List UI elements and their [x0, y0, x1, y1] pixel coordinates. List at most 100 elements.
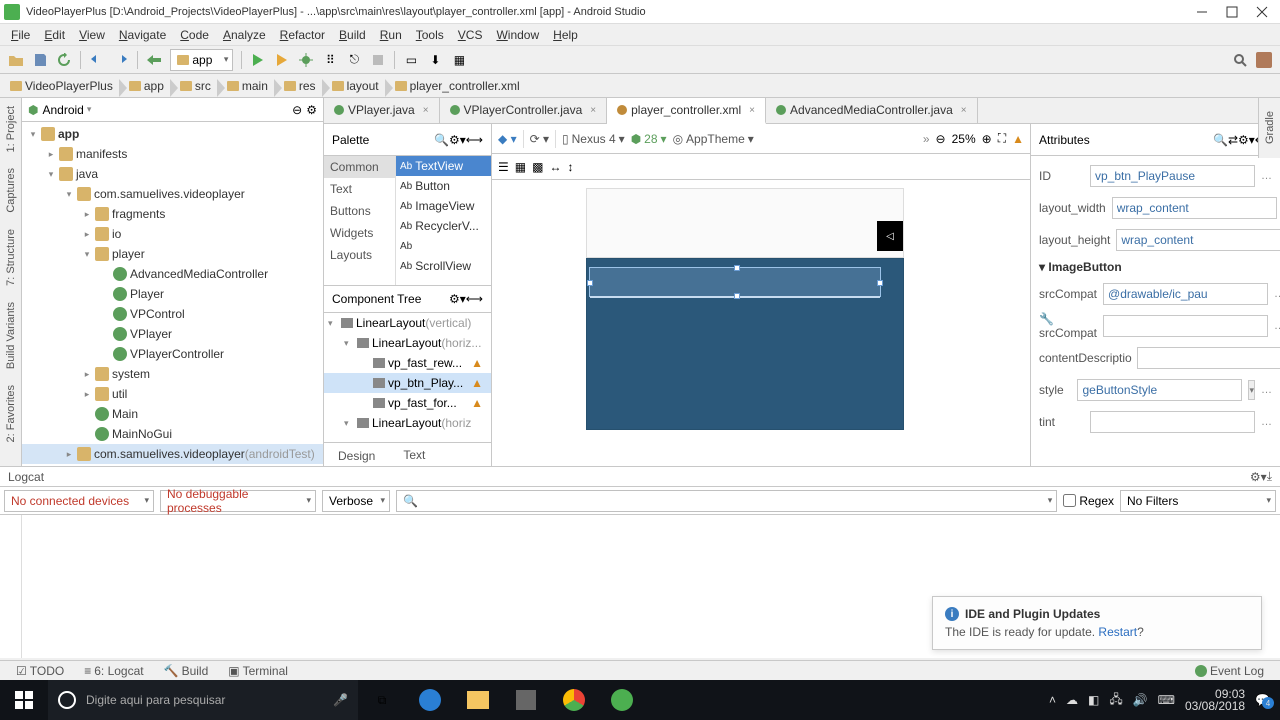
- device-dropdown[interactable]: ▯ Nexus 4 ▾: [562, 132, 625, 146]
- palette-category[interactable]: Common: [324, 156, 395, 178]
- menu-analyze[interactable]: Analyze: [216, 28, 273, 42]
- palette-item[interactable]: Ab Button: [396, 176, 491, 196]
- gradle-tab[interactable]: Gradle: [1258, 98, 1280, 158]
- palette-items[interactable]: Ab TextViewAb ButtonAb ImageViewAb Recyc…: [396, 156, 491, 285]
- attribute-input[interactable]: [1137, 347, 1280, 369]
- design-canvas[interactable]: ◁: [492, 180, 1030, 466]
- warning-icon[interactable]: ▲: [1012, 132, 1024, 146]
- notifications-icon[interactable]: 💬4: [1255, 693, 1270, 707]
- apply-icon[interactable]: [271, 49, 293, 71]
- design-surface-dropdown[interactable]: ◆ ▾: [498, 132, 517, 146]
- more-icon[interactable]: …: [1274, 288, 1280, 300]
- palette-item[interactable]: Ab: [396, 236, 491, 256]
- log-level-combo[interactable]: Verbose: [322, 490, 390, 512]
- component-tree-row[interactable]: ▾ LinearLayout (horiz...: [324, 333, 491, 353]
- language-icon[interactable]: ⌨: [1158, 693, 1175, 707]
- search-icon[interactable]: 🔍: [1213, 133, 1228, 147]
- text-tab[interactable]: Text: [389, 444, 439, 466]
- close-tab-icon[interactable]: ×: [749, 105, 755, 116]
- sdk-icon[interactable]: ⬇: [424, 49, 446, 71]
- tree-row[interactable]: ▸manifests: [22, 144, 323, 164]
- menu-edit[interactable]: Edit: [37, 28, 72, 42]
- start-button[interactable]: [0, 680, 48, 720]
- crumb[interactable]: layout: [326, 77, 389, 95]
- more-icon[interactable]: …: [1274, 320, 1280, 332]
- run-icon[interactable]: [247, 49, 269, 71]
- collapse-icon[interactable]: ⊖: [292, 103, 302, 117]
- chrome-icon[interactable]: [550, 680, 598, 720]
- palette-item[interactable]: Ab TextView: [396, 156, 491, 176]
- component-tree-row[interactable]: ▾ LinearLayout (vertical): [324, 313, 491, 333]
- logcat-search[interactable]: 🔍: [396, 490, 1057, 512]
- component-tree-row[interactable]: vp_fast_rew...▲: [324, 353, 491, 373]
- blueprint-icon[interactable]: ▩: [532, 160, 543, 174]
- crumb[interactable]: src: [174, 77, 221, 95]
- crumb[interactable]: app: [123, 77, 174, 95]
- network-icon[interactable]: 🖧: [1109, 690, 1122, 711]
- more-icon[interactable]: …: [1261, 384, 1272, 396]
- palette-category[interactable]: Widgets: [324, 222, 395, 244]
- terminal-tab[interactable]: ▣ Terminal: [218, 664, 298, 678]
- gear-icon[interactable]: ⚙▾: [1238, 133, 1255, 147]
- palette-item[interactable]: Ab ScrollView: [396, 256, 491, 276]
- menu-file[interactable]: File: [4, 28, 37, 42]
- favorites-tab[interactable]: 2: Favorites: [5, 381, 17, 446]
- pan-v-icon[interactable]: ↕: [567, 160, 573, 174]
- mic-icon[interactable]: 🎤: [333, 693, 348, 707]
- gear-icon[interactable]: ⚙▾: [449, 133, 466, 147]
- redo-icon[interactable]: [110, 49, 132, 71]
- layout-icon[interactable]: ▦: [448, 49, 470, 71]
- taskbar-search[interactable]: Digite aqui para pesquisar 🎤: [48, 680, 358, 720]
- editor-tab[interactable]: player_controller.xml×: [607, 98, 766, 124]
- open-icon[interactable]: [5, 49, 27, 71]
- zoom-fit-icon[interactable]: ⛶: [998, 131, 1006, 146]
- crumb[interactable]: VideoPlayerPlus: [4, 77, 123, 95]
- logcat-body[interactable]: iIDE and Plugin Updates The IDE is ready…: [0, 515, 1280, 658]
- pan-h-icon[interactable]: ↔: [549, 160, 561, 174]
- menu-code[interactable]: Code: [173, 28, 216, 42]
- task-view-icon[interactable]: ⧉: [358, 680, 406, 720]
- more-icon[interactable]: …: [1261, 170, 1272, 182]
- menu-tools[interactable]: Tools: [409, 28, 451, 42]
- editor-tab[interactable]: AdvancedMediaController.java×: [766, 97, 978, 123]
- android-studio-icon[interactable]: [598, 680, 646, 720]
- component-tree-row[interactable]: vp_fast_for...▲: [324, 393, 491, 413]
- close-tab-icon[interactable]: ×: [961, 105, 967, 116]
- menu-run[interactable]: Run: [373, 28, 409, 42]
- palette-category[interactable]: Layouts: [324, 244, 395, 266]
- menu-view[interactable]: View: [72, 28, 112, 42]
- collapse-icon[interactable]: ⟷: [466, 133, 483, 147]
- attribute-group[interactable]: ▾ ImageButton: [1039, 256, 1272, 278]
- component-tree-row[interactable]: vp_btn_Play...▲: [324, 373, 491, 393]
- minimize-button[interactable]: [1196, 6, 1208, 18]
- menu-build[interactable]: Build: [332, 28, 373, 42]
- attribute-input[interactable]: [1112, 197, 1277, 219]
- structure-tab[interactable]: 7: Structure: [5, 225, 17, 290]
- zoom-in-icon[interactable]: ⊕: [982, 132, 992, 146]
- menu-navigate[interactable]: Navigate: [112, 28, 173, 42]
- profile-icon[interactable]: ⠿: [319, 49, 341, 71]
- volume-icon[interactable]: 🔊: [1133, 693, 1148, 707]
- back-icon[interactable]: [143, 49, 165, 71]
- build-variants-tab[interactable]: Build Variants: [5, 298, 17, 373]
- undo-icon[interactable]: [86, 49, 108, 71]
- tree-row[interactable]: VPlayerController: [22, 344, 323, 364]
- taskbar-clock[interactable]: 09:03 03/08/2018: [1185, 688, 1245, 712]
- component-tree[interactable]: ▾ LinearLayout (vertical)▾ LinearLayout …: [324, 313, 491, 442]
- project-tab[interactable]: 1: Project: [5, 102, 17, 156]
- attribute-input[interactable]: [1116, 229, 1280, 251]
- tree-row[interactable]: ▸system: [22, 364, 323, 384]
- attribute-input[interactable]: [1090, 411, 1255, 433]
- event-log-tab[interactable]: Event Log: [1185, 664, 1274, 678]
- process-combo[interactable]: No debuggable processes: [160, 490, 316, 512]
- theme-dropdown[interactable]: ◎ AppTheme ▾: [673, 132, 754, 146]
- orientation-dropdown[interactable]: ⟳ ▾: [530, 132, 549, 146]
- project-tree[interactable]: ▾app▸manifests▾java▾com.samuelives.video…: [22, 122, 323, 466]
- palette-category[interactable]: Buttons: [324, 200, 395, 222]
- view-options-icon[interactable]: ☰: [498, 160, 509, 174]
- avd-icon[interactable]: ▭: [400, 49, 422, 71]
- maximize-button[interactable]: [1226, 6, 1238, 18]
- explorer-icon[interactable]: [454, 680, 502, 720]
- palette-item[interactable]: Ab ImageView: [396, 196, 491, 216]
- api-dropdown[interactable]: ⬢ 28 ▾: [631, 132, 667, 146]
